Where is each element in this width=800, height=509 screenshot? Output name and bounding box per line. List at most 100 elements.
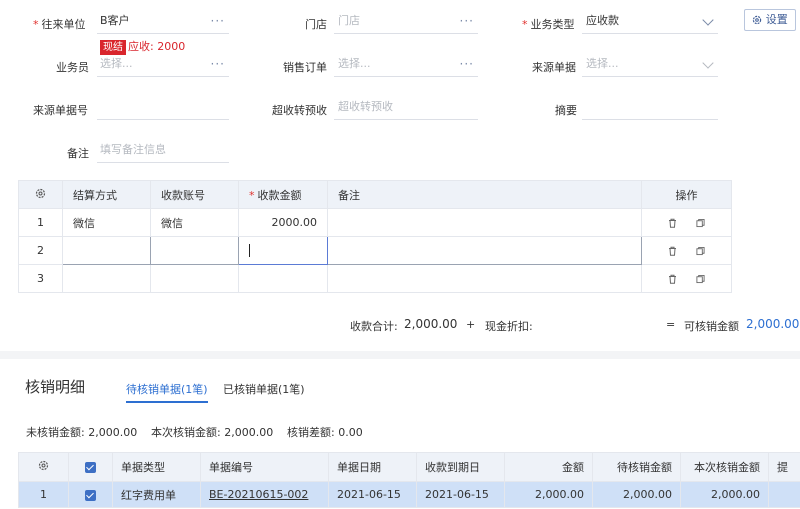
trash-icon[interactable] [668, 274, 677, 284]
current-cell[interactable]: 2,000.00 [680, 481, 769, 508]
checkbox-checked-icon[interactable] [85, 462, 96, 473]
copy-icon[interactable] [696, 274, 705, 284]
more-dots-icon[interactable]: ··· [460, 10, 474, 32]
col-current: 本次核销金额 [680, 452, 769, 482]
row-number: 1 [18, 481, 69, 508]
more-dots-icon[interactable]: ··· [211, 10, 225, 32]
col-method: 结算方式 [62, 180, 151, 209]
col-more: 提 [768, 452, 800, 482]
doc-date-cell: 2021-06-15 [328, 481, 417, 508]
cash-discount-label: 现金折扣: [485, 320, 533, 333]
col-actions: 操作 [641, 180, 732, 209]
summary-label: 摘要 [555, 104, 577, 117]
col-amount: * 收款金额 [238, 180, 328, 209]
biztype-label: * 业务类型 [522, 18, 575, 31]
col-doc-date: 单据日期 [328, 452, 417, 482]
store-field[interactable]: 门店 ··· [334, 10, 478, 34]
salesorder-field[interactable]: 选择... ··· [334, 53, 478, 77]
settings-label: 设置 [765, 13, 788, 26]
receivable-amount: 应收: 2000 [128, 40, 186, 53]
grid-settings-cell[interactable] [18, 180, 63, 209]
gear-icon [753, 15, 762, 25]
salesorder-placeholder: 选择... [338, 57, 371, 70]
row-number: 2 [18, 236, 63, 265]
account-cell[interactable] [150, 236, 239, 265]
col-account: 收款账号 [150, 180, 239, 209]
col-doc-code: 单据编号 [200, 452, 329, 482]
remark-field[interactable]: 填写备注信息 [97, 139, 229, 163]
store-placeholder: 门店 [338, 14, 360, 27]
summary-field[interactable] [582, 96, 718, 120]
table-row[interactable]: 1 红字费用单 BE-20210615-002 2021-06-15 2021-… [18, 481, 800, 508]
more-cell [768, 481, 800, 508]
row-number: 1 [18, 208, 63, 237]
overpay-field[interactable]: 超收转预收 [334, 96, 478, 120]
doc-type-cell: 红字费用单 [112, 481, 201, 508]
actions-cell [641, 264, 732, 293]
payment-grid: 结算方式 收款账号 *收款金额 备注 操作 1 微信 微信 2000.00 2 [18, 180, 732, 293]
remark-cell[interactable] [327, 236, 642, 265]
remark-label: 备注 [67, 147, 89, 160]
amount-cell[interactable]: 2000.00 [238, 208, 328, 237]
more-dots-icon[interactable]: ··· [211, 53, 225, 75]
overpay-placeholder: 超收转预收 [338, 100, 393, 113]
col-remark: 备注 [327, 180, 642, 209]
select-all-checkbox[interactable] [68, 452, 113, 482]
amount-cell[interactable] [238, 264, 328, 293]
sourcedoc-select[interactable]: 选择... [582, 53, 718, 77]
col-doc-type: 单据类型 [112, 452, 201, 482]
table-row: 3 [18, 264, 732, 293]
chevron-down-icon [702, 57, 714, 69]
pending-cell: 2,000.00 [592, 481, 681, 508]
received-total-label: 收款合计: [350, 320, 398, 333]
row-number: 3 [18, 264, 63, 293]
method-cell[interactable] [62, 264, 151, 293]
writeoff-diff: 核销差额: 0.00 [287, 426, 363, 439]
doc-code-link[interactable]: BE-20210615-002 [200, 481, 329, 508]
biztype-select[interactable]: 应收款 [582, 10, 718, 34]
method-cell[interactable]: 微信 [62, 208, 151, 237]
unwritten-amount: 未核销金额: 2,000.00 [26, 426, 138, 439]
salesman-field[interactable]: 选择... ··· [97, 53, 229, 77]
remark-cell[interactable] [327, 208, 642, 237]
sourcedoc-label: 来源单据 [532, 61, 576, 74]
more-dots-icon[interactable]: ··· [460, 53, 474, 75]
col-due-date: 收款到期日 [416, 452, 505, 482]
sourcedocno-field[interactable] [97, 96, 229, 120]
table-row: 2 [18, 236, 732, 265]
amount-input[interactable] [238, 236, 328, 265]
method-cell[interactable] [62, 236, 151, 265]
grid-settings-cell[interactable] [18, 452, 69, 482]
row-checkbox[interactable] [68, 481, 113, 508]
copy-icon[interactable] [696, 218, 705, 228]
copy-icon[interactable] [696, 246, 705, 256]
amount-cell: 2,000.00 [504, 481, 593, 508]
writeoff-available-value: 2,000.00 [746, 317, 800, 331]
col-pending: 待核销金额 [592, 452, 681, 482]
checkbox-checked-icon[interactable] [85, 489, 96, 501]
table-row: 1 微信 微信 2000.00 [18, 208, 732, 237]
partner-value: B客户 [100, 14, 130, 27]
writeoff-title: 核销明细 [25, 378, 86, 396]
equals-sign: = [666, 318, 676, 331]
tab-pending[interactable]: 待核销单据(1笔) [126, 381, 208, 403]
biztype-value: 应收款 [586, 14, 619, 27]
remark-cell[interactable] [327, 264, 642, 293]
tab-done[interactable]: 已核销单据(1笔) [223, 381, 305, 401]
partner-label: * 往来单位 [33, 18, 86, 31]
partner-field[interactable]: B客户 ··· [97, 10, 229, 34]
text-cursor [249, 244, 250, 258]
gear-icon[interactable] [35, 188, 46, 199]
trash-icon[interactable] [668, 218, 677, 228]
account-cell[interactable]: 微信 [150, 208, 239, 237]
gear-icon[interactable] [38, 460, 49, 471]
trash-icon[interactable] [668, 246, 677, 256]
due-date-cell: 2021-06-15 [416, 481, 505, 508]
actions-cell [641, 208, 732, 237]
col-amount: 金额 [504, 452, 593, 482]
salesman-placeholder: 选择... [100, 57, 133, 70]
received-total-value: 2,000.00 [404, 317, 458, 331]
section-divider [0, 351, 800, 359]
settings-button[interactable]: 设置 [744, 9, 796, 31]
account-cell[interactable] [150, 264, 239, 293]
